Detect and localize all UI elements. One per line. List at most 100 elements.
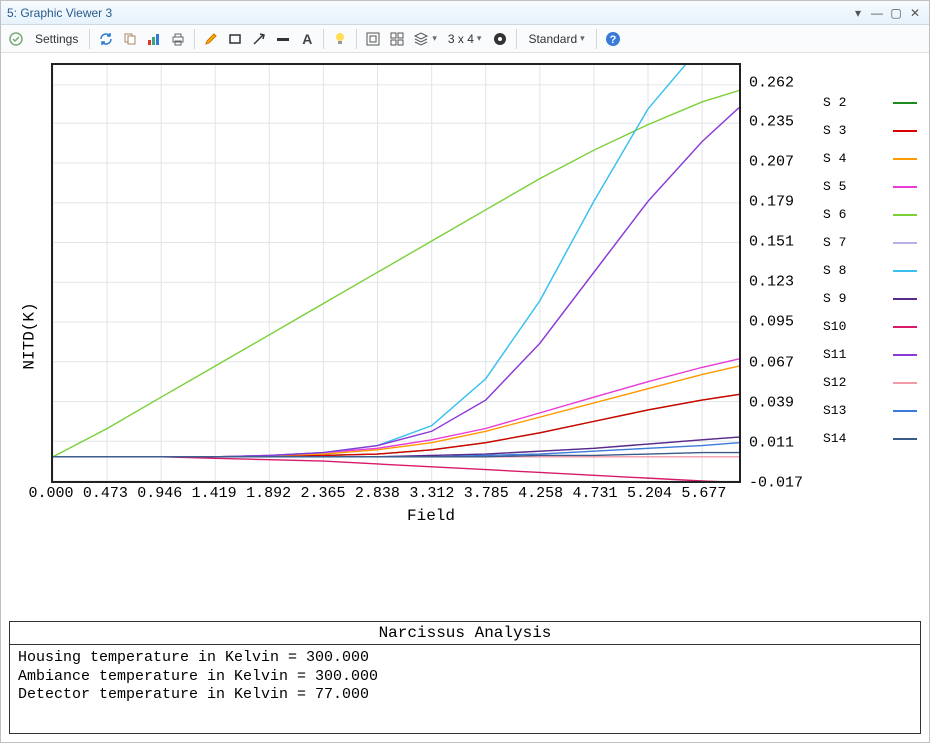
legend-label: S 3 xyxy=(823,123,846,138)
toolbar: Settings A 3 x 4 Standard ? xyxy=(1,25,929,53)
x-tick: 1.892 xyxy=(246,485,291,502)
maximize-button[interactable]: ▢ xyxy=(888,6,904,20)
settings-button[interactable]: Settings xyxy=(29,28,84,50)
legend-swatch xyxy=(893,130,917,132)
text-icon[interactable]: A xyxy=(296,28,318,50)
x-tick: 4.258 xyxy=(518,485,563,502)
y-tick: 0.179 xyxy=(749,194,794,211)
plot-area[interactable] xyxy=(51,63,741,483)
x-tick: 2.838 xyxy=(355,485,400,502)
legend-label: S 5 xyxy=(823,179,846,194)
grid-icon[interactable] xyxy=(386,28,408,50)
series-S6 xyxy=(53,91,739,457)
legend-item[interactable]: S12 xyxy=(823,375,917,390)
y-tick: 0.123 xyxy=(749,274,794,291)
style-dropdown[interactable]: Standard xyxy=(522,28,590,50)
chart-zone: NITD(K) 0.262 0.235 0.207 0.179 0.151 0.123 0.… xyxy=(9,63,921,609)
x-tick: 1.419 xyxy=(192,485,237,502)
x-tick: 3.312 xyxy=(409,485,454,502)
y-axis-label: NITD(K) xyxy=(21,302,39,369)
info-line: Ambiance temperature in Kelvin = 300.000 xyxy=(18,668,912,687)
x-tick: 2.365 xyxy=(300,485,345,502)
legend-swatch xyxy=(893,186,917,188)
svg-text:?: ? xyxy=(609,34,616,46)
legend-item[interactable]: S 7 xyxy=(823,235,917,250)
legend-item[interactable]: S13 xyxy=(823,403,917,418)
y-ticks: 0.2620.2350.2070.1790.1510.1230.0950.067… xyxy=(741,63,811,483)
y-tick: 0.262 xyxy=(749,75,794,92)
legend-swatch xyxy=(893,438,917,440)
content-area: NITD(K) 0.262 0.235 0.207 0.179 0.151 0.123 0.… xyxy=(1,53,929,742)
y-tick: 0.207 xyxy=(749,153,794,170)
legend-item[interactable]: S 8 xyxy=(823,263,917,278)
legend-swatch xyxy=(893,382,917,384)
pencil-icon[interactable] xyxy=(200,28,222,50)
print-icon[interactable] xyxy=(167,28,189,50)
window-title: 5: Graphic Viewer 3 xyxy=(7,6,112,20)
legend-item[interactable]: S 5 xyxy=(823,179,917,194)
series-S10 xyxy=(53,457,739,481)
legend-item[interactable]: S 3 xyxy=(823,123,917,138)
series-S5 xyxy=(53,359,739,457)
legend-swatch xyxy=(893,242,917,244)
legend-item[interactable]: S14 xyxy=(823,431,917,446)
legend-label: S 4 xyxy=(823,151,846,166)
legend-item[interactable]: S 6 xyxy=(823,207,917,222)
legend-swatch xyxy=(893,270,917,272)
info-panel: Narcissus Analysis Housing temperature i… xyxy=(9,621,921,734)
x-tick: 5.204 xyxy=(627,485,672,502)
legend-swatch xyxy=(893,214,917,216)
legend-item[interactable]: S10 xyxy=(823,319,917,334)
legend: S 2 S 3 S 4 S 5 S 6 S 7 S 8 S 9 S10 S11 S12 S13 S14 xyxy=(811,63,921,609)
graphic-viewer-window: 5: Graphic Viewer 3 ▾ — ▢ ✕ Settings A 3… xyxy=(0,0,930,743)
bulb-icon[interactable] xyxy=(329,28,351,50)
x-tick: 4.731 xyxy=(573,485,618,502)
legend-label: S 8 xyxy=(823,263,846,278)
legend-label: S14 xyxy=(823,431,846,446)
legend-swatch xyxy=(893,354,917,356)
legend-item[interactable]: S11 xyxy=(823,347,917,362)
legend-item[interactable]: S 4 xyxy=(823,151,917,166)
collapse-icon[interactable]: ▾ xyxy=(850,6,866,20)
x-ticks: 0.0000.4730.9461.4191.8922.3652.8383.312… xyxy=(51,483,741,505)
ok-icon[interactable] xyxy=(5,28,27,50)
line-weight-icon[interactable] xyxy=(272,28,294,50)
close-button[interactable]: ✕ xyxy=(907,6,923,20)
minimize-button[interactable]: — xyxy=(869,6,885,20)
legend-swatch xyxy=(893,158,917,160)
help-icon[interactable]: ? xyxy=(602,28,624,50)
target-icon[interactable] xyxy=(489,28,511,50)
series-S4 xyxy=(53,366,739,457)
legend-label: S 6 xyxy=(823,207,846,222)
legend-swatch xyxy=(893,298,917,300)
x-tick: 0.000 xyxy=(28,485,73,502)
copy-icon[interactable] xyxy=(119,28,141,50)
legend-label: S 9 xyxy=(823,291,846,306)
legend-label: S 2 xyxy=(823,95,846,110)
legend-item[interactable]: S 9 xyxy=(823,291,917,306)
chart-icon[interactable] xyxy=(143,28,165,50)
legend-swatch xyxy=(893,102,917,104)
y-tick: 0.095 xyxy=(749,314,794,331)
legend-swatch xyxy=(893,410,917,412)
titlebar: 5: Graphic Viewer 3 ▾ — ▢ ✕ xyxy=(1,1,929,25)
legend-label: S13 xyxy=(823,403,846,418)
legend-item[interactable]: S 2 xyxy=(823,95,917,110)
refresh-icon[interactable] xyxy=(95,28,117,50)
y-tick: 0.235 xyxy=(749,113,794,130)
x-tick: 5.677 xyxy=(681,485,726,502)
legend-label: S 7 xyxy=(823,235,846,250)
rectangle-icon[interactable] xyxy=(224,28,246,50)
y-tick: 0.039 xyxy=(749,394,794,411)
x-tick: 3.785 xyxy=(464,485,509,502)
info-line: Housing temperature in Kelvin = 300.000 xyxy=(18,649,912,668)
y-tick: 0.151 xyxy=(749,234,794,251)
fit-icon[interactable] xyxy=(362,28,384,50)
arrow-icon[interactable] xyxy=(248,28,270,50)
legend-label: S12 xyxy=(823,375,846,390)
series-S11 xyxy=(53,108,739,457)
grid-size-dropdown[interactable]: 3 x 4 xyxy=(442,28,488,50)
x-tick: 0.473 xyxy=(83,485,128,502)
layers-dropdown[interactable] xyxy=(410,28,440,50)
legend-swatch xyxy=(893,326,917,328)
